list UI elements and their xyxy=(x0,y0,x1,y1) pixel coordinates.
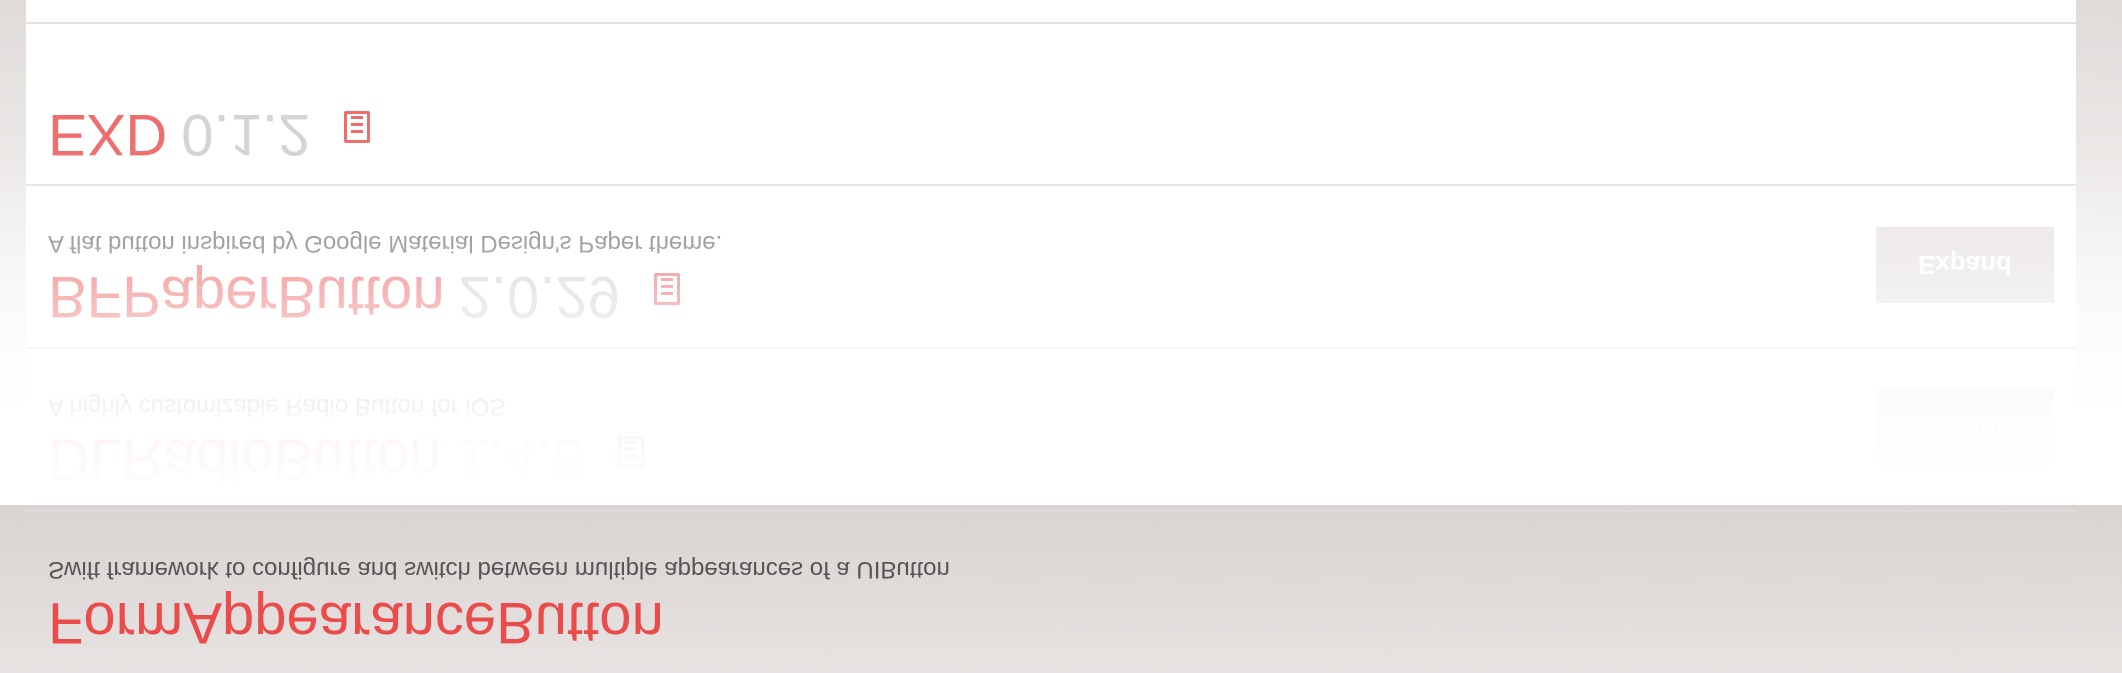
package-list: EXD 0.1.2 BFPaperButton 2.0.29 A flat bu… xyxy=(26,0,2076,673)
package-title-line: BFPaperButton 2.0.29 xyxy=(48,264,680,337)
document-icon[interactable] xyxy=(344,111,371,143)
package-row: FormAppearanceButton Swift framework to … xyxy=(26,510,2076,673)
package-name[interactable]: EXD xyxy=(48,102,167,167)
package-name[interactable]: BFPaperButton xyxy=(48,264,445,329)
package-description: A flat button inspired by Google Materia… xyxy=(48,230,723,257)
package-version: 1.4.8 xyxy=(455,427,585,492)
package-title-line: DLRadioButton 1.4.8 xyxy=(48,427,645,500)
document-icon[interactable] xyxy=(653,273,680,305)
expand-button[interactable]: Expand xyxy=(1876,227,2054,303)
package-description: A highly customizable Radio Button for i… xyxy=(48,393,506,420)
package-description: Swift framework to configure and switch … xyxy=(48,556,950,583)
package-row: BFPaperButton 2.0.29 A flat button inspi… xyxy=(26,184,2076,347)
package-version: 0.1.2 xyxy=(181,102,311,167)
expand-button[interactable]: Expand xyxy=(1876,390,2054,466)
package-name[interactable]: FormAppearanceButton xyxy=(48,590,664,655)
package-name[interactable]: DLRadioButton xyxy=(48,427,441,492)
package-row: DLRadioButton 1.4.8 A highly customizabl… xyxy=(26,347,2076,510)
package-version: 2.0.29 xyxy=(458,264,620,329)
package-row: EXD 0.1.2 xyxy=(26,22,2076,185)
reflection-viewport: EXD 0.1.2 BFPaperButton 2.0.29 A flat bu… xyxy=(0,0,2122,673)
package-title-line: EXD 0.1.2 xyxy=(48,102,371,175)
document-icon[interactable] xyxy=(618,436,645,468)
package-title-line: FormAppearanceButton xyxy=(48,590,664,663)
